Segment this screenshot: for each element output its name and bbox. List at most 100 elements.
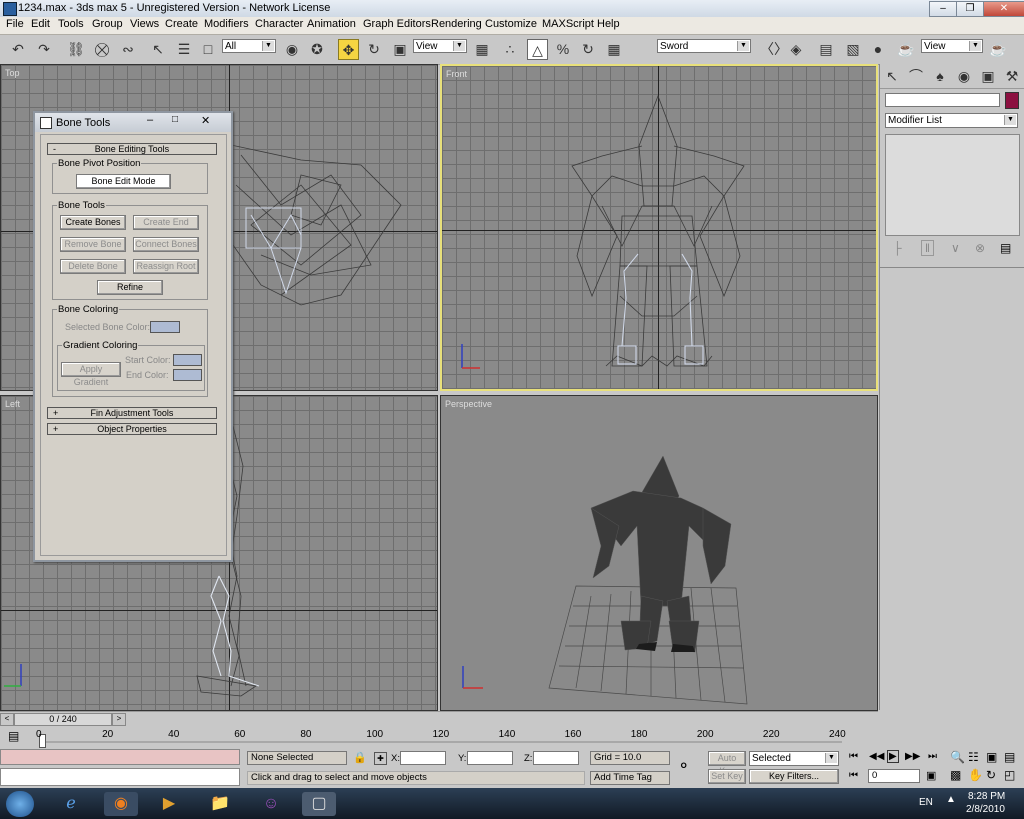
utilities-tab-icon[interactable]: ⚒ (1002, 66, 1022, 86)
menu-file[interactable]: File (4, 18, 26, 30)
delete-bone-button[interactable]: Delete Bone (60, 259, 126, 274)
rollout-fin-adjustment[interactable]: + Fin Adjustment Tools (47, 407, 217, 419)
quick-render-icon[interactable]: ☕ (988, 39, 1008, 59)
key-filters-button[interactable]: Key Filters... (749, 769, 839, 784)
connect-bones-button[interactable]: Connect Bones (133, 237, 199, 252)
modifier-stack[interactable] (885, 134, 1020, 236)
pivot-center-icon[interactable]: ▦ (472, 39, 492, 59)
menu-views[interactable]: Views (128, 18, 161, 30)
pin-stack-icon[interactable]: ├ (893, 241, 902, 255)
tray-arrow-icon[interactable]: ▲ (946, 794, 960, 808)
menu-modifiers[interactable]: Modifiers (202, 18, 251, 30)
rect-selection-icon[interactable]: □ (198, 39, 218, 59)
unlink-icon[interactable]: ⛒ (92, 39, 112, 59)
selection-filter-dropdown[interactable]: All ▼ (222, 39, 276, 53)
viewport-perspective[interactable]: Perspective (440, 395, 878, 711)
named-selection-dropdown[interactable]: Sword ▼ (657, 39, 751, 53)
remove-modifier-icon[interactable]: ⊗ (975, 241, 985, 255)
modifier-list-dropdown[interactable]: Modifier List ▼ (885, 113, 1018, 128)
render-scene-icon[interactable]: ☕ (896, 39, 916, 59)
firefox-icon[interactable]: ◉ (104, 792, 138, 816)
internet-explorer-icon[interactable]: ℯ (54, 792, 88, 816)
key-mode-toggle-icon[interactable]: ⏮ (849, 770, 858, 781)
bone-edit-mode-button[interactable]: Bone Edit Mode (76, 174, 171, 189)
configure-sets-icon[interactable]: ▤ (1000, 241, 1011, 255)
menu-graph-editors[interactable]: Graph Editors (361, 18, 433, 30)
z-coord-field[interactable] (533, 751, 579, 765)
lock-icon[interactable]: 🔒 (353, 751, 367, 764)
start-color-swatch[interactable] (173, 354, 202, 366)
time-config-icon[interactable]: ▣ (926, 769, 936, 782)
object-color-swatch[interactable] (1005, 92, 1019, 109)
snap-3d-icon[interactable]: ∴ (500, 39, 520, 59)
angle-snap-icon[interactable]: △ (527, 39, 548, 60)
restore-button[interactable]: ❐ (956, 1, 984, 17)
curve-editor-icon[interactable]: ▧ (843, 39, 863, 59)
minimize-icon[interactable]: – (147, 114, 153, 126)
rollout-object-properties[interactable]: + Object Properties (47, 423, 217, 435)
time-slider-thumb[interactable]: 0 / 240 (14, 713, 112, 726)
3dsmax-taskbar-icon[interactable]: ▢ (302, 792, 336, 816)
spinner-snap-icon[interactable]: ↻ (578, 39, 598, 59)
x-coord-field[interactable] (400, 751, 446, 765)
close-button[interactable]: ✕ (983, 1, 1024, 17)
select-move-region-icon[interactable]: ◉ (282, 39, 302, 59)
maxscript-listener-mini[interactable] (0, 749, 240, 765)
menu-rendering[interactable]: Rendering (429, 18, 484, 30)
prev-frame-icon[interactable]: ◀◀ (869, 751, 884, 762)
clock-time[interactable]: 8:28 PM (968, 791, 1005, 802)
align-icon[interactable]: ◈ (786, 39, 806, 59)
apply-gradient-button[interactable]: Apply Gradient (61, 362, 121, 387)
menu-customize[interactable]: Customize (483, 18, 539, 30)
menu-maxscript[interactable]: MAXScript (540, 18, 596, 30)
select-object-icon[interactable]: ↖ (148, 39, 168, 59)
selected-bone-color-swatch[interactable] (150, 321, 180, 333)
undo-icon[interactable]: ↶ (8, 39, 28, 59)
modify-tab-icon[interactable]: ⌒ (906, 66, 926, 86)
rotate-icon[interactable]: ↻ (364, 39, 384, 59)
media-player-icon[interactable]: ▶ (152, 792, 186, 816)
reference-coord-dropdown[interactable]: View ▼ (413, 39, 467, 53)
menu-group[interactable]: Group (90, 18, 125, 30)
select-link-icon[interactable]: ⛓ (66, 39, 86, 59)
maxscript-input[interactable] (0, 768, 240, 786)
track-bar[interactable]: ▤ 0 20 40 60 80 100 120 140 160 180 200 220 240 (0, 726, 878, 748)
minimize-button[interactable]: – (929, 1, 957, 17)
set-key-button[interactable]: Set Key (708, 769, 746, 784)
clock-date[interactable]: 2/8/2010 (966, 804, 1005, 815)
arc-rotate-icon[interactable]: ↻ (986, 768, 996, 782)
set-key-icon[interactable]: ⚬ (677, 756, 690, 776)
absolute-mode-icon[interactable]: ✚ (374, 752, 387, 765)
reassign-root-button[interactable]: Reassign Root (133, 259, 199, 274)
window-crossing-icon[interactable]: ✪ (307, 39, 327, 59)
y-coord-field[interactable] (467, 751, 513, 765)
language-indicator[interactable]: EN (919, 797, 933, 808)
object-name-field[interactable] (885, 93, 1000, 107)
zoom-all-icon[interactable]: ☷ (968, 750, 979, 764)
move-icon[interactable]: ✥ (338, 39, 359, 60)
maximize-viewport-icon[interactable]: ◰ (1004, 768, 1015, 782)
motion-tab-icon[interactable]: ◉ (954, 66, 974, 86)
auto-key-button[interactable]: Auto Key (708, 751, 746, 776)
menu-tools[interactable]: Tools (56, 18, 86, 30)
create-bones-button[interactable]: Create Bones (60, 215, 126, 230)
bone-tools-window[interactable]: Bone Tools – □ ✕ - Bone Editing Tools Bo… (33, 111, 233, 562)
scale-icon[interactable]: ▣ (390, 39, 410, 59)
menu-create[interactable]: Create (163, 18, 200, 30)
material-editor-icon[interactable]: ● (868, 39, 888, 59)
redo-icon[interactable]: ↷ (34, 39, 54, 59)
region-zoom-icon[interactable]: ▩ (950, 768, 961, 782)
menu-animation[interactable]: Animation (305, 18, 358, 30)
messenger-icon[interactable]: ☺ (254, 792, 288, 816)
play-icon[interactable]: ▶ (887, 750, 899, 763)
display-tab-icon[interactable]: ▣ (978, 66, 998, 86)
end-color-swatch[interactable] (173, 369, 202, 381)
slider-prev-icon[interactable]: < (0, 713, 14, 726)
zoom-icon[interactable]: 🔍 (950, 750, 965, 764)
create-end-button[interactable]: Create End (133, 215, 199, 230)
add-time-tag-button[interactable]: Add Time Tag (590, 771, 670, 785)
remove-bone-button[interactable]: Remove Bone (60, 237, 126, 252)
go-to-start-icon[interactable]: ⏮ (849, 751, 858, 762)
bone-tools-titlebar[interactable]: Bone Tools – □ ✕ (35, 113, 231, 132)
layer-manager-icon[interactable]: ▤ (816, 39, 836, 59)
